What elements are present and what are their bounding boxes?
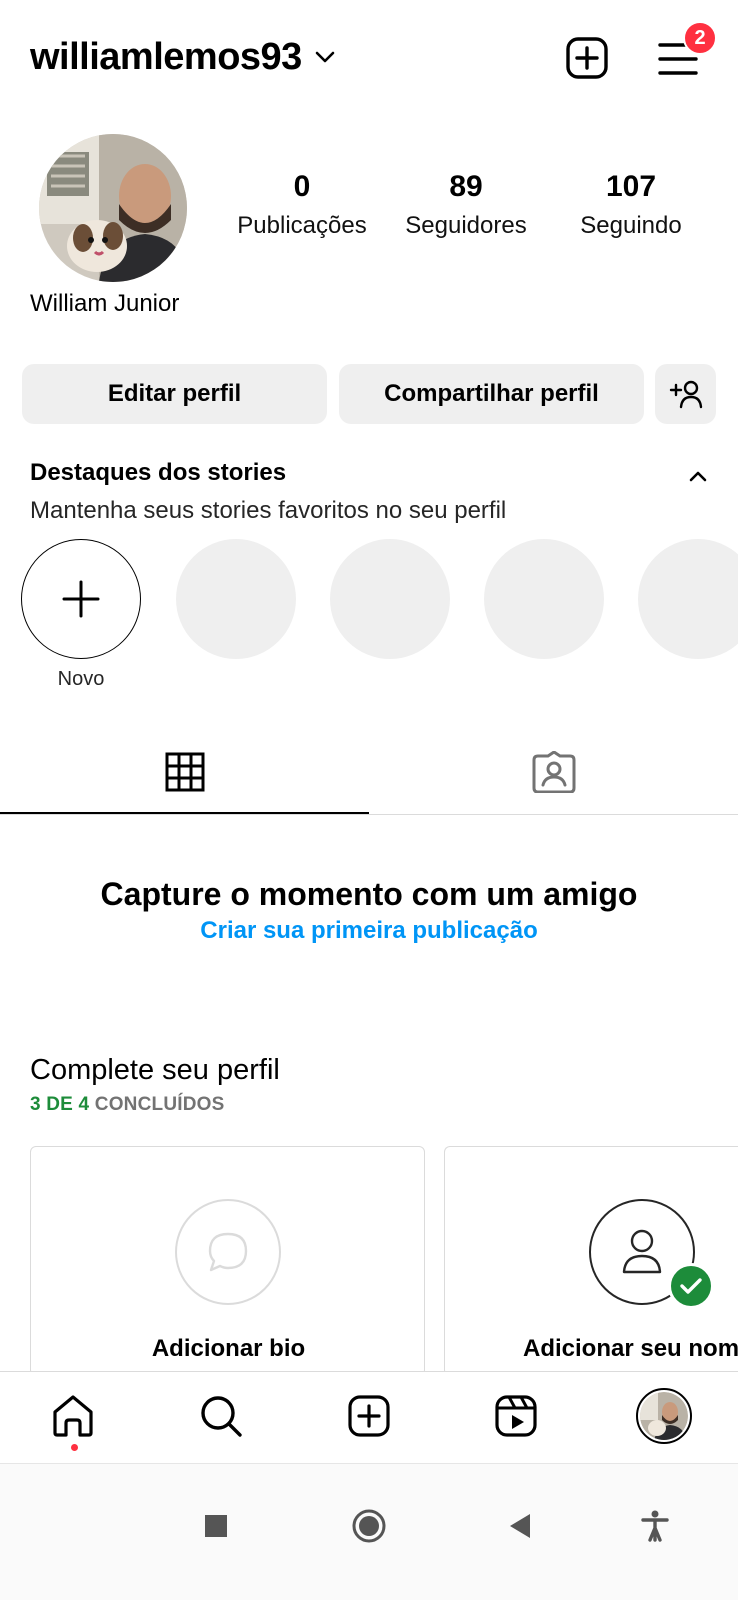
home-activity-dot [71, 1444, 78, 1451]
highlights-subtitle: Mantenha seus stories favoritos no seu p… [30, 497, 507, 524]
check-icon [668, 1263, 714, 1309]
highlight-placeholder [638, 539, 738, 659]
new-highlight-button[interactable] [21, 539, 141, 659]
nav-search[interactable] [195, 1390, 247, 1442]
search-icon [201, 1396, 242, 1437]
back-button[interactable] [500, 1506, 540, 1546]
add-bio-label: Adicionar bio [151, 1335, 306, 1362]
notification-badge: 2 [683, 21, 717, 55]
plus-icon [62, 580, 100, 618]
nav-home[interactable] [47, 1390, 99, 1442]
add-person-icon [669, 380, 702, 409]
profile-avatar-small [636, 1388, 692, 1444]
progress-suffix: CONCLUÍDOS [94, 1094, 225, 1115]
home-icon [53, 1395, 93, 1437]
nav-reels[interactable] [490, 1390, 542, 1442]
progress-done: 3 DE 4 [30, 1094, 90, 1115]
posts-count: 0 [293, 170, 311, 203]
create-first-post-link[interactable]: Criar sua primeira publicação [0, 917, 738, 945]
add-name-card[interactable]: Adicionar seu nome [444, 1146, 738, 1376]
chevron-down-icon [314, 50, 336, 69]
posts-label: Publicações [237, 212, 367, 239]
tagged-icon [532, 751, 575, 793]
add-bio-card[interactable]: Adicionar bio [30, 1146, 425, 1376]
create-post-button[interactable] [563, 34, 611, 82]
following-label: Seguindo [580, 212, 682, 239]
following-stat[interactable]: 107 Seguindo [551, 170, 711, 240]
followers-label: Seguidores [405, 212, 527, 239]
username: williamlemos93 [30, 36, 302, 78]
grid-icon [165, 752, 204, 792]
discover-people-button[interactable] [655, 364, 716, 424]
accessibility-button[interactable] [635, 1506, 675, 1546]
nav-create[interactable] [343, 1390, 395, 1442]
create-icon [348, 1395, 390, 1437]
highlight-placeholder [176, 539, 296, 659]
top-bar: williamlemos93 2 [0, 0, 738, 115]
posts-stat[interactable]: 0 Publicações [222, 170, 382, 240]
share-profile-button[interactable]: Compartilhar perfil [339, 364, 644, 424]
accessibility-icon [641, 1510, 669, 1542]
empty-state-title: Capture o momento com um amigo [100, 876, 638, 912]
complete-profile-title: Complete seu perfil [30, 1054, 280, 1086]
tabs-divider [0, 814, 738, 815]
highlights-title: Destaques dos stories [30, 459, 287, 486]
following-count: 107 [605, 170, 657, 203]
back-triangle-icon [510, 1514, 530, 1538]
profile-avatar[interactable] [39, 134, 187, 282]
plus-square-icon [566, 37, 608, 79]
tab-tagged[interactable] [369, 730, 738, 814]
reels-icon [495, 1395, 537, 1437]
system-navigation-bar [0, 1463, 738, 1600]
highlight-placeholder [330, 539, 450, 659]
full-name: William Junior [30, 290, 180, 317]
account-switcher[interactable]: williamlemos93 [30, 36, 336, 79]
followers-count: 89 [449, 170, 483, 203]
chevron-up-icon [689, 471, 707, 482]
chat-bubble-icon [175, 1199, 281, 1305]
nav-profile[interactable] [636, 1388, 692, 1444]
tab-posts-grid[interactable] [0, 730, 369, 814]
highlight-placeholder [484, 539, 604, 659]
followers-stat[interactable]: 89 Seguidores [386, 170, 546, 240]
system-home-button[interactable] [349, 1506, 389, 1546]
bottom-nav [0, 1371, 738, 1463]
new-highlight-label: Novo [57, 668, 105, 690]
recents-button[interactable] [196, 1506, 236, 1546]
edit-profile-button[interactable]: Editar perfil [22, 364, 327, 424]
add-name-label: Adicionar seu nome [523, 1335, 738, 1362]
square-icon [205, 1515, 227, 1537]
collapse-highlights-button[interactable] [684, 462, 712, 490]
complete-profile-progress: 3 DE 4 CONCLUÍDOS [30, 1094, 225, 1116]
circle-icon [352, 1509, 386, 1543]
